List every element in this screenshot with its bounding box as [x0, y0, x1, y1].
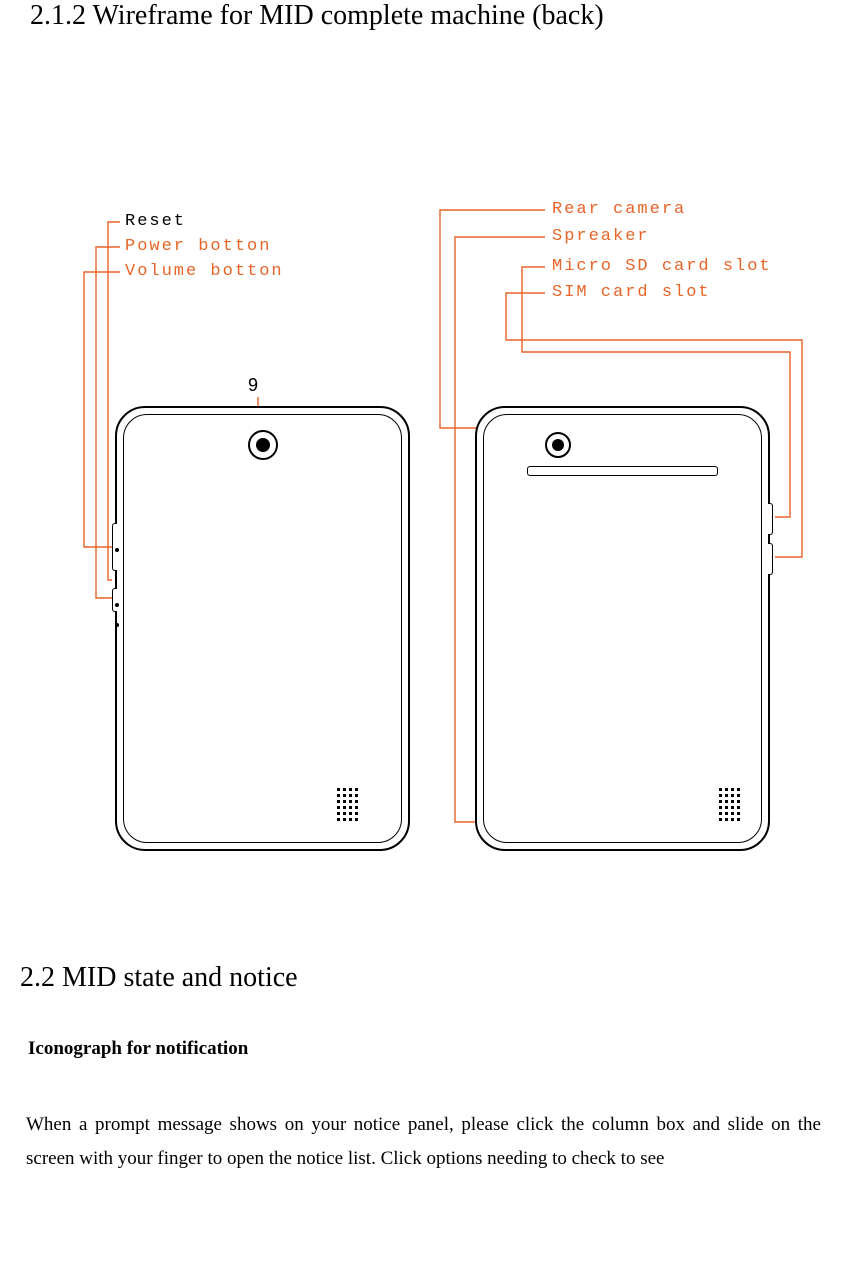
body-paragraph: When a prompt message shows on your noti… [20, 1108, 827, 1176]
wireframe-diagram: Reset Power botton Volume botton Rear ca… [20, 52, 820, 902]
side-dot-icon [115, 623, 119, 627]
camera-lens-icon [256, 438, 270, 452]
camera-lens-icon [552, 439, 564, 451]
label-micro-sd-slot: Micro SD card slot [552, 257, 772, 276]
subsection-heading-iconograph: Iconograph for notification [28, 1038, 827, 1060]
top-slot-icon [527, 466, 718, 476]
device-back-view-left [115, 406, 410, 851]
device-bezel [123, 414, 402, 843]
sd-slot-icon [768, 503, 773, 535]
speaker-grille-icon [719, 788, 740, 821]
label-volume-button: Volume botton [125, 262, 284, 281]
side-dot-icon [115, 548, 119, 552]
volume-button-icon [112, 523, 117, 571]
sim-slot-icon [768, 543, 773, 575]
label-nine: 9 [248, 375, 258, 396]
label-spreaker: Spreaker [552, 227, 650, 246]
power-button-icon [112, 588, 117, 612]
label-rear-camera: Rear camera [552, 200, 686, 219]
label-sim-slot: SIM card slot [552, 283, 711, 302]
section-heading-22: 2.2 MID state and notice [20, 962, 827, 994]
side-dot-icon [115, 603, 119, 607]
speaker-grille-icon [337, 788, 358, 821]
device-back-view-right [475, 406, 770, 851]
label-power-button: Power botton [125, 237, 271, 256]
label-reset: Reset [125, 212, 186, 231]
section-heading-212: 2.1.2 Wireframe for MID complete machine… [30, 0, 827, 32]
device-bezel [483, 414, 762, 843]
